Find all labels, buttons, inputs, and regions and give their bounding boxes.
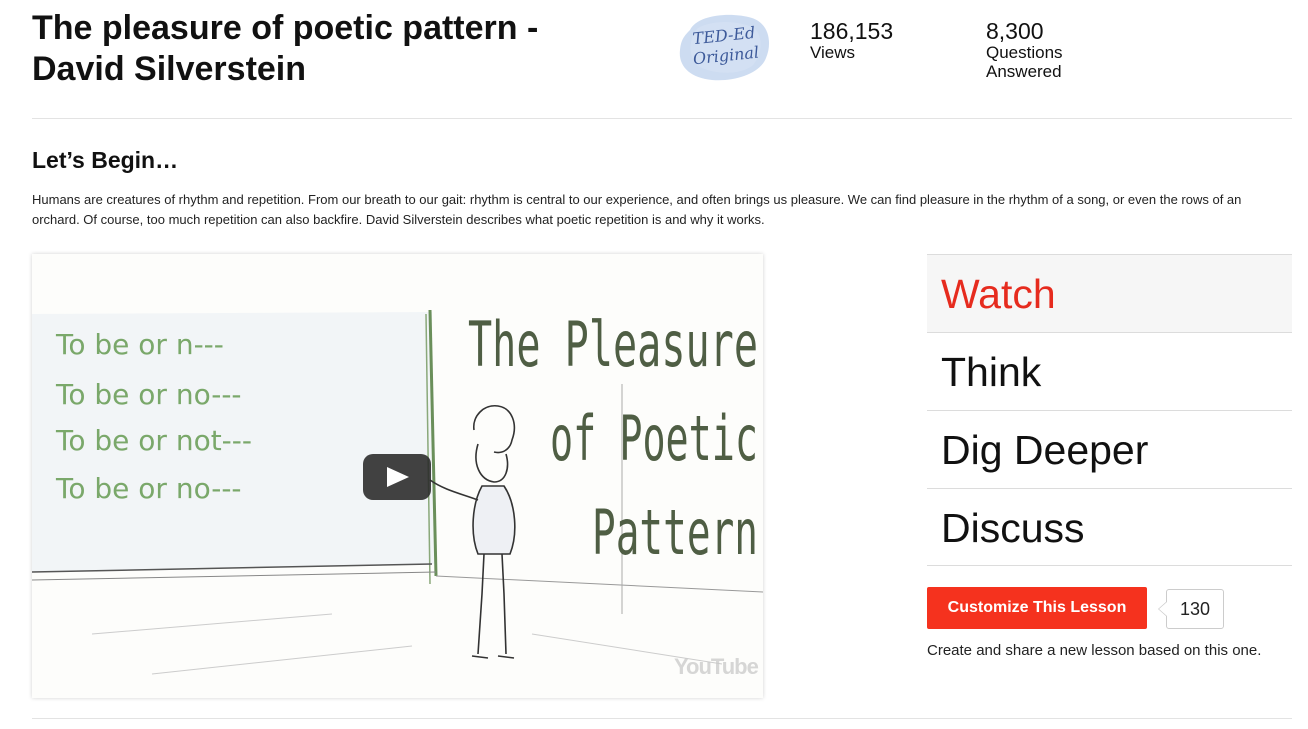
play-icon bbox=[387, 467, 409, 487]
tab-discuss[interactable]: Discuss bbox=[927, 488, 1292, 566]
customize-count-badge: 130 bbox=[1158, 589, 1224, 629]
customize-lesson-button[interactable]: Customize This Lesson bbox=[927, 587, 1147, 629]
video-title-line1: The Pleasure bbox=[468, 308, 758, 381]
lesson-title: The pleasure of poetic pattern - David S… bbox=[32, 8, 632, 90]
header-divider bbox=[32, 118, 1292, 119]
footer-divider bbox=[32, 718, 1292, 719]
customize-note: Create and share a new lesson based on t… bbox=[927, 642, 1262, 659]
tab-watch[interactable]: Watch bbox=[927, 254, 1292, 332]
views-stat: 186,153 Views bbox=[810, 19, 893, 62]
video-title-line2: of Poetic bbox=[550, 402, 758, 475]
questions-label-line2: Answered bbox=[986, 62, 1062, 81]
play-button[interactable] bbox=[363, 454, 431, 500]
lesson-title-line1: The pleasure of poetic pattern - bbox=[32, 9, 539, 47]
chalk-line-4: To be or no--- bbox=[55, 472, 242, 505]
lesson-title-line2: David Silverstein bbox=[32, 50, 307, 88]
questions-answered-stat: 8,300 Questions Answered bbox=[986, 19, 1063, 81]
chalk-line-1: To be or n--- bbox=[55, 328, 224, 361]
questions-count: 8,300 bbox=[986, 18, 1044, 44]
lesson-description: Humans are creatures of rhythm and repet… bbox=[32, 192, 1242, 227]
video-title-line3: Pattern bbox=[592, 496, 758, 569]
teacher-figure bbox=[429, 405, 516, 659]
lesson-tabs: Watch Think Dig Deeper Discuss bbox=[927, 254, 1292, 566]
video-player[interactable]: To be or n--- To be or no--- To be or no… bbox=[32, 254, 763, 698]
tab-dig-deeper[interactable]: Dig Deeper bbox=[927, 410, 1292, 488]
views-count: 186,153 bbox=[810, 18, 894, 44]
views-label: Views bbox=[810, 43, 856, 62]
chalk-line-2: To be or no--- bbox=[55, 378, 242, 411]
section-heading: Let’s Begin… bbox=[32, 147, 179, 173]
youtube-logo[interactable]: YouTube bbox=[674, 654, 759, 680]
chalk-line-3: To be or not--- bbox=[55, 424, 252, 457]
questions-label-line1: Questions bbox=[986, 43, 1063, 62]
ted-ed-original-badge: TED-Ed Original bbox=[676, 10, 774, 84]
tab-think[interactable]: Think bbox=[927, 332, 1292, 410]
